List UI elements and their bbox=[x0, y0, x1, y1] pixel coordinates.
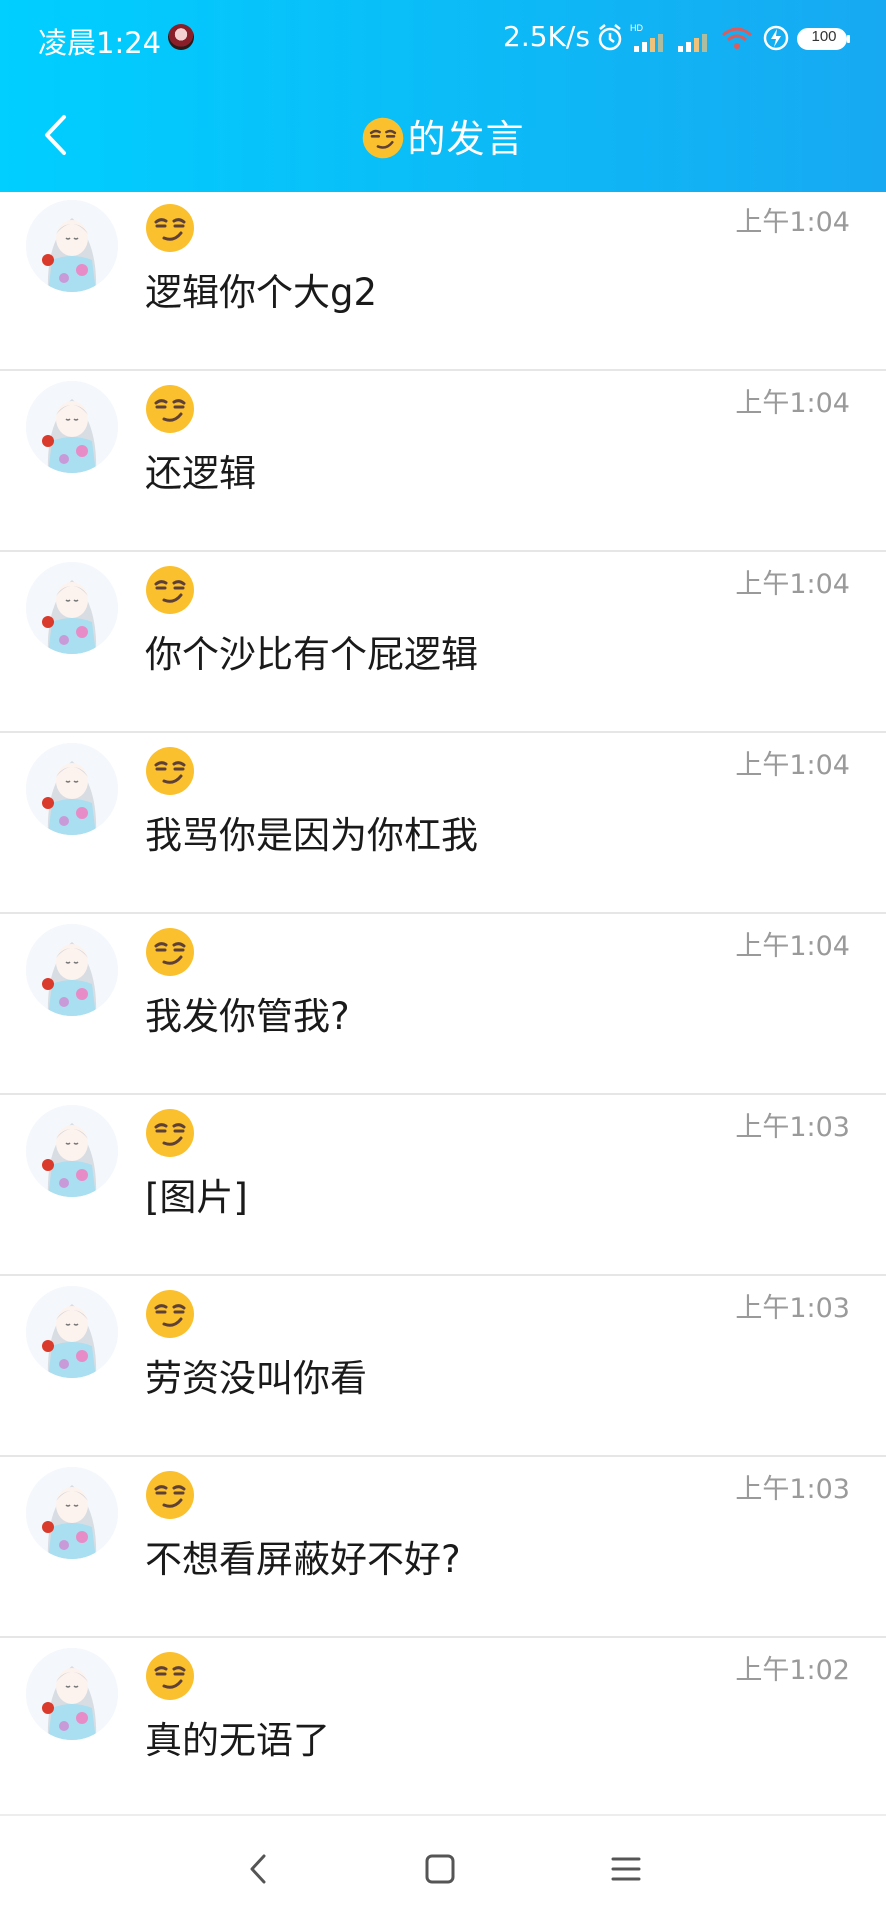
avatar[interactable] bbox=[26, 1105, 118, 1197]
wifi-icon bbox=[722, 27, 752, 49]
message-time: 上午1:04 bbox=[735, 931, 850, 962]
message-text: 还逻辑 bbox=[145, 452, 256, 495]
status-bar: 凌晨1:24 2.5K/s HD 100 bbox=[0, 0, 886, 80]
smirk-emoji-icon bbox=[363, 117, 404, 159]
avatar[interactable] bbox=[26, 924, 118, 1016]
system-nav-bar bbox=[0, 1814, 886, 1920]
home-square-icon bbox=[425, 1854, 455, 1884]
signal-icon bbox=[678, 34, 707, 52]
message-text: 逻辑你个大g2 bbox=[145, 271, 378, 314]
message-text: 劳资没叫你看 bbox=[145, 1357, 367, 1400]
app-header: 凌晨1:24 2.5K/s HD 100 的发言 bbox=[0, 0, 886, 192]
smirk-emoji-icon bbox=[146, 1290, 194, 1338]
avatar-image bbox=[26, 1105, 118, 1197]
smirk-emoji-icon bbox=[146, 204, 194, 252]
avatar-image bbox=[26, 1286, 118, 1378]
message-time: 上午1:04 bbox=[735, 750, 850, 781]
notification-avatar-icon bbox=[168, 24, 194, 50]
avatar[interactable] bbox=[26, 381, 118, 473]
message-list[interactable]: 逻辑你个大g2 上午1:04 还逻辑 上午1:04 你个沙比有个屁逻辑 上午1:… bbox=[0, 192, 886, 1814]
avatar[interactable] bbox=[26, 562, 118, 654]
battery-level: 100 bbox=[811, 28, 837, 45]
message-row[interactable]: 我骂你是因为你杠我 上午1:04 bbox=[0, 733, 886, 914]
avatar[interactable] bbox=[26, 1467, 118, 1559]
smirk-emoji-icon bbox=[146, 1471, 194, 1519]
message-time: 上午1:03 bbox=[735, 1474, 850, 1505]
message-row[interactable]: 我发你管我? 上午1:04 bbox=[0, 914, 886, 1095]
message-time: 上午1:04 bbox=[735, 207, 850, 238]
avatar[interactable] bbox=[26, 1648, 118, 1740]
menu-lines-icon bbox=[611, 1857, 641, 1881]
message-time: 上午1:03 bbox=[735, 1293, 850, 1324]
message-time: 上午1:03 bbox=[735, 1112, 850, 1143]
message-row[interactable]: [图片] 上午1:03 bbox=[0, 1095, 886, 1276]
avatar-image bbox=[26, 1467, 118, 1559]
message-row[interactable]: 真的无语了 上午1:02 bbox=[0, 1638, 886, 1814]
message-row[interactable]: 还逻辑 上午1:04 bbox=[0, 371, 886, 552]
smirk-emoji-icon bbox=[146, 385, 194, 433]
status-icons: HD 100 bbox=[596, 22, 856, 54]
smirk-emoji-icon bbox=[146, 747, 194, 795]
svg-text:HD: HD bbox=[630, 23, 643, 33]
back-triangle-icon bbox=[250, 1854, 266, 1884]
page-title-text: 的发言 bbox=[407, 117, 525, 161]
message-time: 上午1:04 bbox=[735, 569, 850, 600]
message-text: 我骂你是因为你杠我 bbox=[145, 814, 478, 857]
avatar-image bbox=[26, 1648, 118, 1740]
smirk-emoji-icon bbox=[146, 1652, 194, 1700]
smirk-emoji-icon bbox=[146, 928, 194, 976]
nav-menu-button[interactable] bbox=[586, 1838, 666, 1900]
message-row[interactable]: 你个沙比有个屁逻辑 上午1:04 bbox=[0, 552, 886, 733]
avatar-image bbox=[26, 200, 118, 292]
message-row[interactable]: 不想看屏蔽好不好? 上午1:03 bbox=[0, 1457, 886, 1638]
charging-icon bbox=[763, 25, 789, 51]
nav-home-button[interactable] bbox=[400, 1838, 480, 1900]
title-bar: 的发言 bbox=[0, 80, 886, 192]
message-text: 真的无语了 bbox=[145, 1719, 330, 1762]
nav-back-button[interactable] bbox=[218, 1838, 298, 1900]
signal-hd-icon: HD bbox=[630, 23, 663, 52]
avatar[interactable] bbox=[26, 200, 118, 292]
status-time: 凌晨1:24 bbox=[38, 26, 162, 60]
message-time: 上午1:02 bbox=[735, 1655, 850, 1686]
avatar[interactable] bbox=[26, 1286, 118, 1378]
message-text: 不想看屏蔽好不好? bbox=[145, 1538, 461, 1581]
avatar[interactable] bbox=[26, 743, 118, 835]
message-row[interactable]: 劳资没叫你看 上午1:03 bbox=[0, 1276, 886, 1457]
smirk-emoji-icon bbox=[146, 1109, 194, 1157]
avatar-image bbox=[26, 743, 118, 835]
message-time: 上午1:04 bbox=[735, 388, 850, 419]
message-text: [图片] bbox=[145, 1176, 248, 1219]
message-text: 你个沙比有个屁逻辑 bbox=[145, 633, 478, 676]
alarm-icon bbox=[598, 24, 622, 51]
network-speed: 2.5K/s bbox=[503, 20, 590, 53]
smirk-emoji-icon bbox=[146, 566, 194, 614]
message-text: 我发你管我? bbox=[145, 995, 350, 1038]
avatar-image bbox=[26, 381, 118, 473]
page-title: 的发言 bbox=[0, 108, 886, 163]
message-row[interactable]: 逻辑你个大g2 上午1:04 bbox=[0, 192, 886, 371]
avatar-image bbox=[26, 562, 118, 654]
avatar-image bbox=[26, 924, 118, 1016]
